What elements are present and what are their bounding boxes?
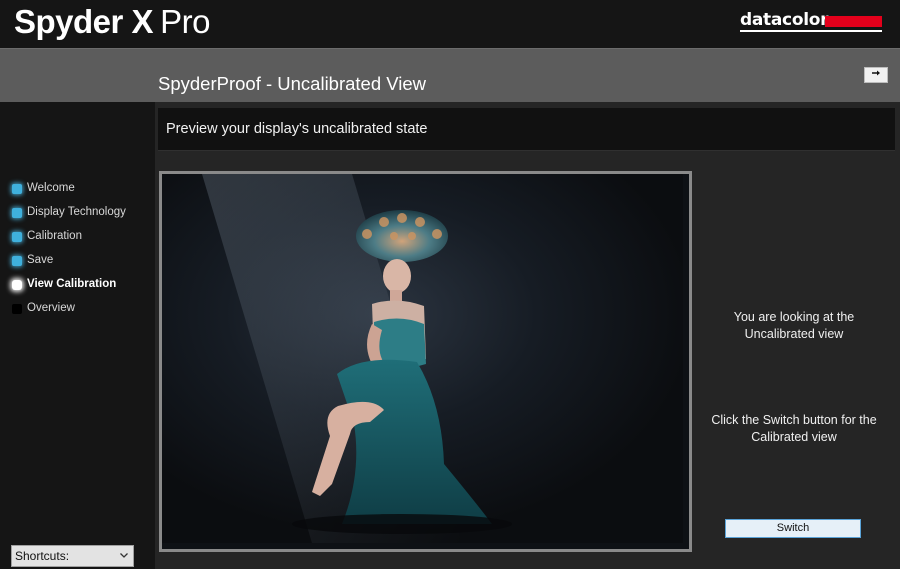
datacolor-logo: datacolor [740, 9, 882, 33]
main-panel: Preview your display's uncalibrated stat… [155, 102, 900, 569]
uncalibrated-info-text: You are looking at the Uncalibrated view [733, 310, 855, 341]
step-complete-icon [12, 232, 22, 242]
section-header: Preview your display's uncalibrated stat… [158, 108, 895, 151]
collapse-button[interactable] [864, 67, 888, 83]
arrow-right-icon [871, 69, 881, 80]
brand-red-bar [825, 16, 882, 27]
sidebar-item-label: View Calibration [27, 278, 117, 290]
brand-underline [740, 30, 882, 32]
app-title-main: Spyder X [14, 3, 154, 40]
preview-photo [162, 174, 683, 543]
step-active-icon [12, 280, 22, 290]
chevron-down-icon [119, 549, 129, 559]
switch-button[interactable]: Switch [725, 519, 861, 538]
preview-image [159, 171, 692, 552]
title-band: SpyderProof - Uncalibrated View [0, 48, 900, 103]
app-title-edition: Pro [160, 3, 210, 40]
switch-instruction-text: Click the Switch button for the Calibrat… [711, 413, 877, 444]
sidebar-item-label: Display Technology [27, 206, 126, 218]
shortcuts-selected: Shortcuts: [15, 549, 70, 563]
app-title: Spyder X Pro [14, 2, 210, 42]
step-complete-icon [12, 256, 22, 266]
sidebar-item-label: Calibration [27, 230, 82, 242]
sidebar-item-label: Welcome [27, 182, 75, 194]
brand-name: datacolor [740, 10, 829, 30]
step-complete-icon [12, 208, 22, 218]
app-header: Spyder X Pro datacolor [0, 0, 900, 48]
section-title: Preview your display's uncalibrated stat… [166, 121, 428, 137]
step-pending-icon [12, 304, 22, 314]
sidebar-item-label: Overview [27, 302, 75, 314]
sidebar: Welcome Display Technology Calibration S… [0, 102, 155, 569]
step-complete-icon [12, 184, 22, 194]
shortcuts-dropdown[interactable]: Shortcuts: [11, 545, 134, 567]
page-title: SpyderProof - Uncalibrated View [158, 73, 427, 94]
sidebar-item-label: Save [27, 254, 54, 266]
